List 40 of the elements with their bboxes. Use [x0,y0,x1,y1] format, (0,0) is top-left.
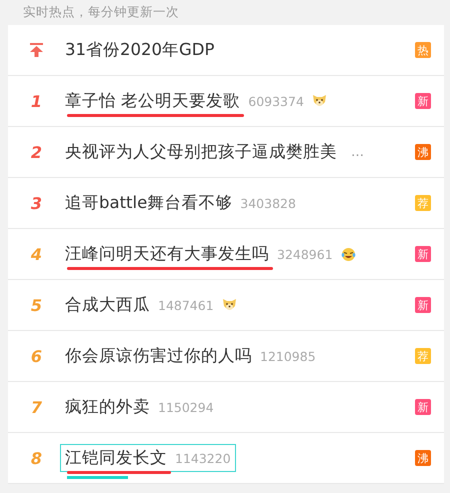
tag-badge: 新 [415,246,431,262]
dog-face-icon [222,298,237,312]
rank-number: 3 [30,194,42,212]
rank-number: 1 [30,92,42,110]
tag-badge: 沸 [415,450,431,466]
rank-number: 7 [30,398,42,416]
search-count: 1143220 [175,450,231,466]
laughing-face-icon [340,246,356,262]
ellipsis: … [351,144,364,160]
topic-link[interactable]: 央视评为人父母别把孩子逼成樊胜美 [65,141,337,163]
rank-number: 5 [30,296,42,314]
tag-badge: 荐 [415,195,431,211]
topic-link[interactable]: 江铠同发长文 [65,447,167,469]
tag-badge: 新 [415,399,431,415]
pin-top-icon [30,43,43,57]
search-count: 6093374 [248,94,304,108]
topic-link[interactable]: 疯狂的外卖 [65,396,150,418]
tag-badge: 热 [415,42,431,58]
rank-number: 2 [30,142,42,162]
tag-badge: 荐 [415,348,431,364]
dog-face-icon [312,94,327,108]
search-count: 3403828 [240,196,296,210]
topic-link[interactable]: 章子怡 老公明天要发歌 [65,90,240,112]
rank-number: 6 [30,346,42,366]
rank-number: 8 [30,448,42,468]
topic-link[interactable]: 你会原谅伤害过你的人吗 [65,345,252,367]
section-header: 实时热点，每分钟更新一次 [23,4,179,21]
search-count: 1150294 [158,400,214,414]
rank-number: 4 [30,244,42,264]
topic-link[interactable]: 31省份2020年GDP [65,39,214,61]
search-count: 1487461 [158,298,214,312]
underline-mark [67,476,128,479]
tag-badge: 新 [415,93,431,109]
search-count: 3248961 [277,246,333,262]
tag-badge: 新 [415,297,431,313]
topic-link[interactable]: 合成大西瓜 [65,294,150,316]
search-count: 1210985 [260,348,316,364]
tag-badge: 沸 [415,144,431,160]
topic-link[interactable]: 追哥battle舞台看不够 [65,192,232,214]
topic-link[interactable]: 汪峰问明天还有大事发生吗 [65,243,269,265]
